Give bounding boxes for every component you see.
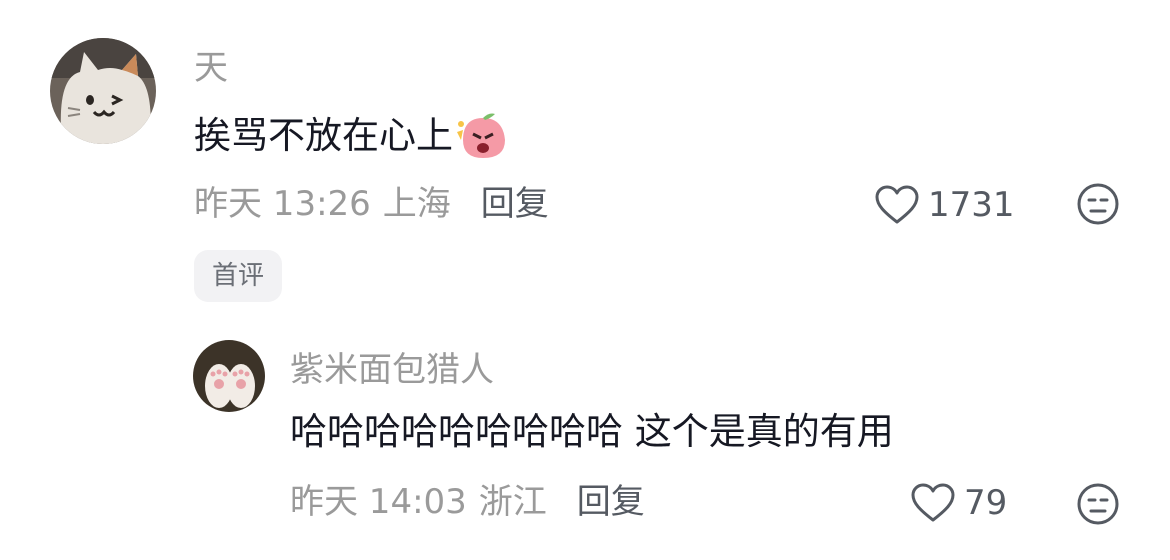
like-count: 1731 <box>928 185 1015 225</box>
heart-outline-icon <box>911 483 955 522</box>
angry-pink-peach-emoji-icon <box>457 113 505 158</box>
cat-plush-avatar-image <box>50 38 156 144</box>
like-button[interactable]: 79 <box>910 482 1007 524</box>
comment-text-content: 挨骂不放在心上 <box>194 114 453 157</box>
comment-text: 哈哈哈哈哈哈哈哈哈 这个是真的有用 <box>290 410 894 454</box>
comment-meta: 昨天 13:26 上海 回复 <box>194 184 549 224</box>
comment-meta: 昨天 14:03 浙江 回复 <box>290 482 645 522</box>
comment-location: 浙江 <box>478 482 547 522</box>
first-comment-badge: 首评 <box>194 250 283 302</box>
like-count: 79 <box>964 483 1008 523</box>
reply-button[interactable]: 回复 <box>481 184 549 224</box>
comment-time: 昨天 13:26 <box>194 184 371 224</box>
comment-username[interactable]: 紫米面包猎人 <box>290 350 494 390</box>
dislike-button[interactable] <box>1076 482 1120 526</box>
avatar[interactable] <box>50 38 156 144</box>
comment-location: 上海 <box>382 184 451 224</box>
reply-button[interactable]: 回复 <box>577 482 645 522</box>
neutral-face-icon <box>1077 483 1119 525</box>
like-button[interactable]: 1731 <box>874 184 1015 226</box>
comment-username[interactable]: 天 <box>194 48 228 88</box>
comment-section: 天 挨骂不放在心上 昨天 13:26 上海 回复 1731 首评 紫米面包猎人 … <box>0 0 1170 560</box>
neutral-face-icon <box>1077 183 1119 225</box>
heart-outline-icon <box>875 185 919 224</box>
comment-time: 昨天 14:03 <box>290 482 467 522</box>
comment-text-content: 哈哈哈哈哈哈哈哈哈 这个是真的有用 <box>290 410 894 453</box>
dislike-button[interactable] <box>1076 182 1120 226</box>
cat-paws-avatar-image <box>193 340 265 412</box>
avatar[interactable] <box>193 340 265 412</box>
comment-text: 挨骂不放在心上 <box>194 110 511 162</box>
